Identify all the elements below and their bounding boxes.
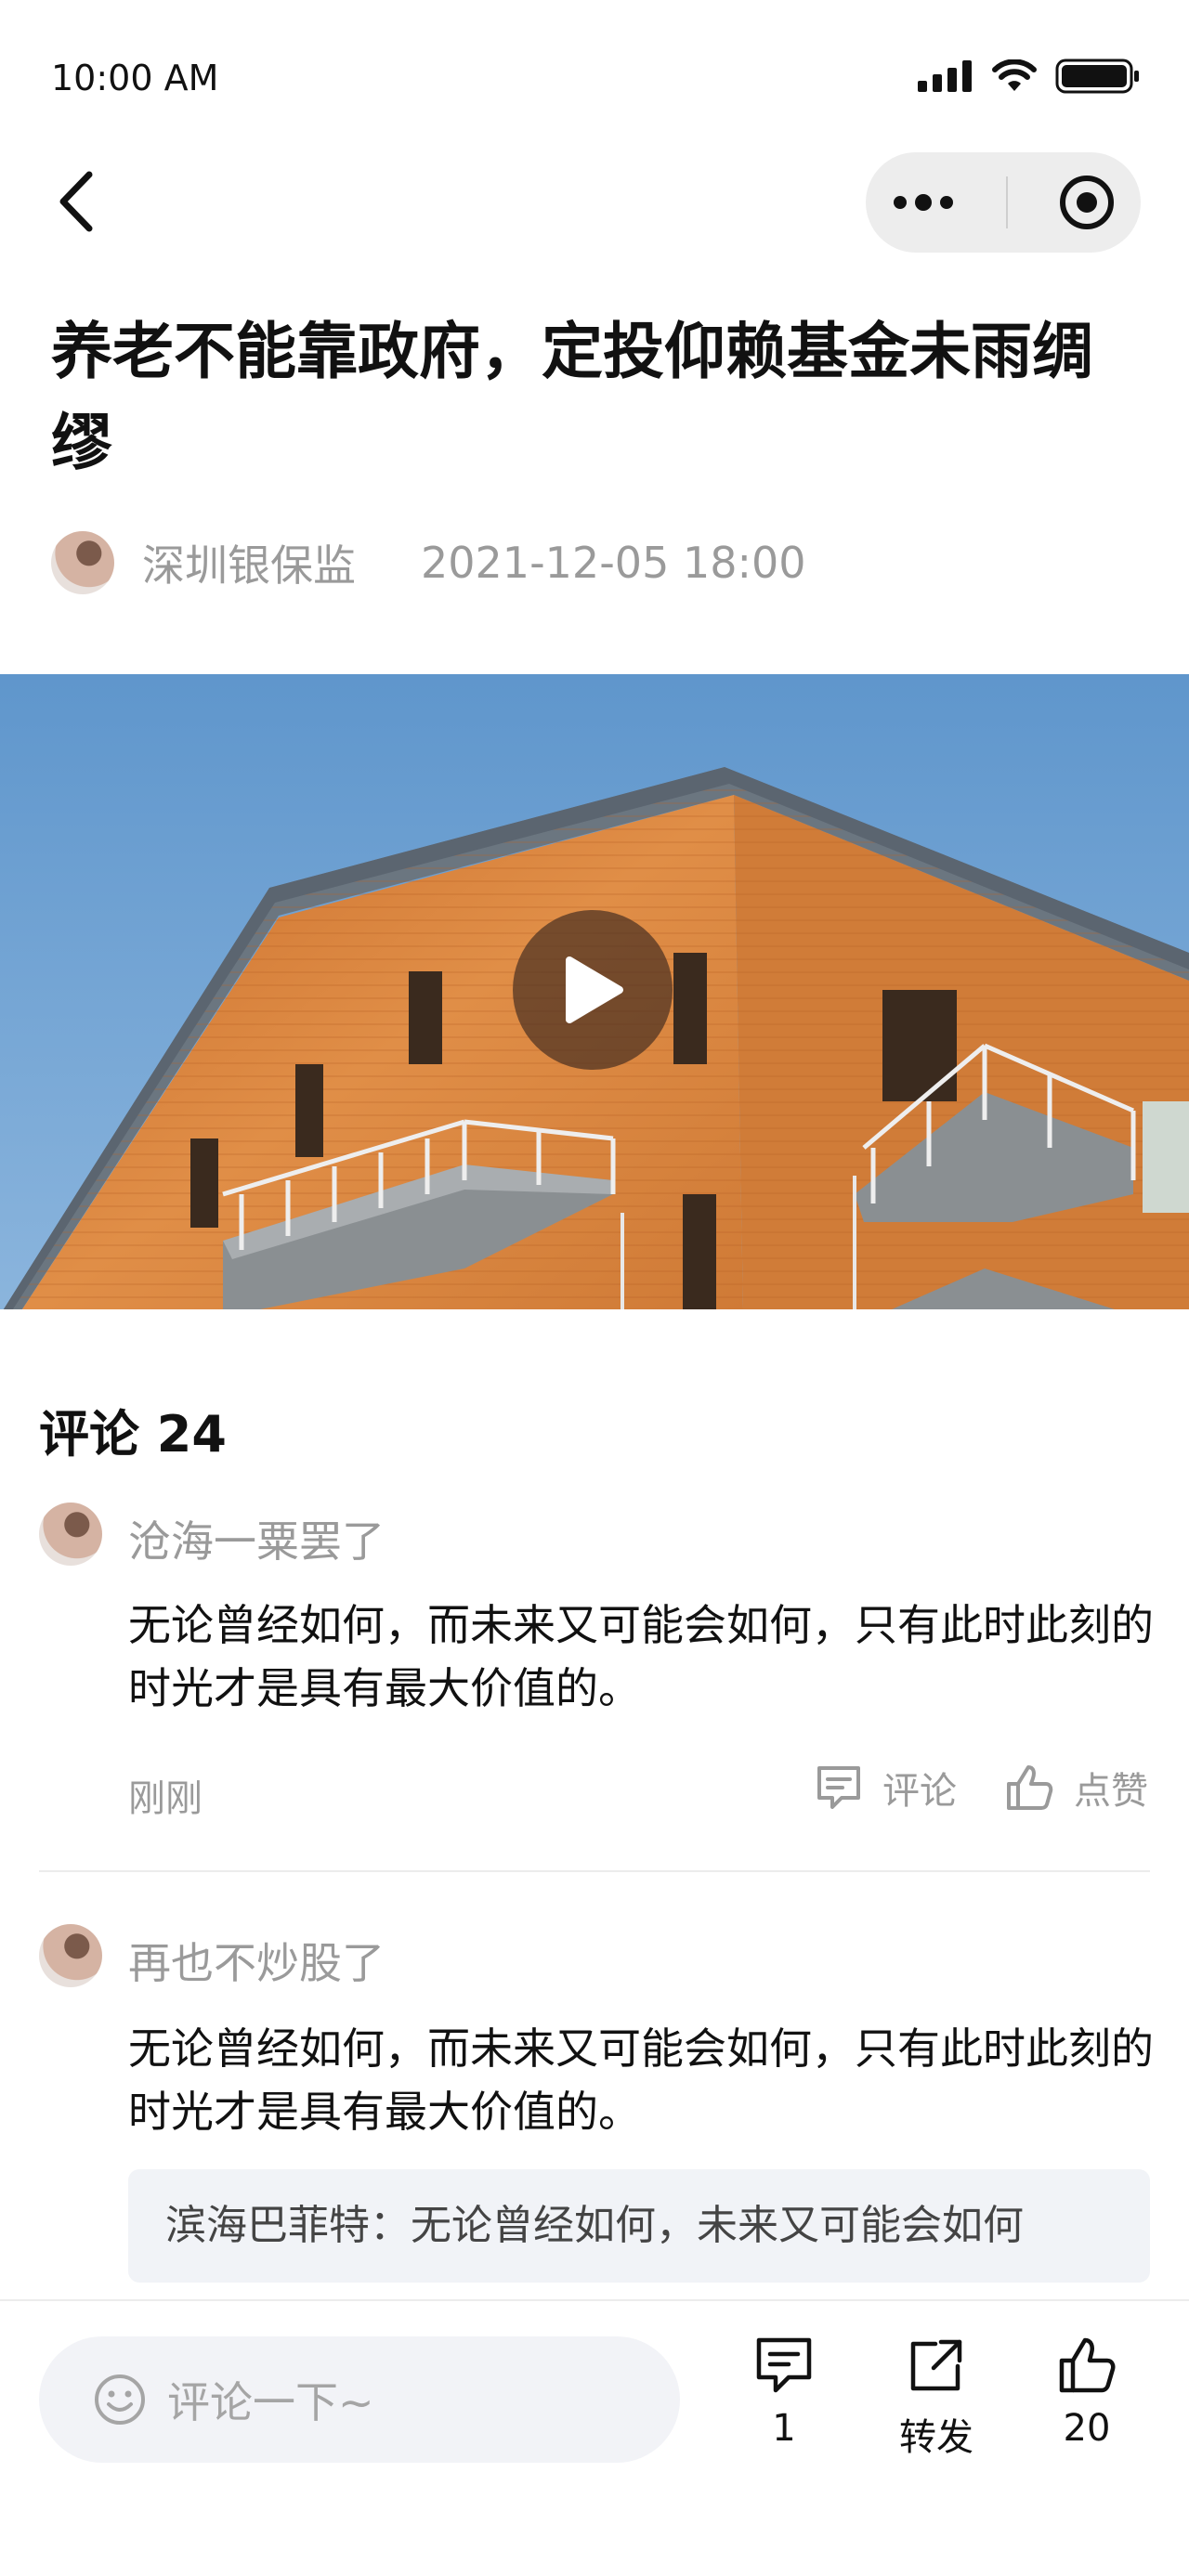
comment-reply-button[interactable]: 评论 <box>814 1761 957 1815</box>
author-avatar[interactable] <box>51 531 114 594</box>
chevron-left-icon <box>59 171 93 232</box>
thumbs-up-icon <box>1007 1765 1053 1810</box>
bottom-like-button[interactable]: 20 <box>1046 2335 1128 2450</box>
comment-text: 无论曾经如何，而未来又可能会如何，只有此时此刻的时光才是具有最大价值的。 <box>128 2023 1154 2137</box>
like-count: 20 <box>1063 2407 1111 2450</box>
bottom-comment-button[interactable]: 1 <box>743 2335 825 2450</box>
wifi-icon <box>992 59 1037 91</box>
commenter-avatar[interactable] <box>39 1503 102 1566</box>
author-name[interactable]: 深圳银保监 <box>142 532 356 593</box>
share-icon <box>910 2339 962 2391</box>
article-title: 养老不能靠政府，定投仰赖基金未雨绸缪 <box>51 316 1093 478</box>
back-button[interactable] <box>54 169 100 234</box>
close-target-icon[interactable] <box>1058 174 1116 231</box>
comment-input[interactable]: 评论一下~ <box>39 2336 680 2463</box>
play-icon <box>566 956 623 1023</box>
comment-reply-label: 评论 <box>882 1770 957 1813</box>
comment-time: 刚刚 <box>128 1777 203 1820</box>
comment-input-placeholder: 评论一下~ <box>167 2377 374 2427</box>
comment-icon <box>756 2337 812 2393</box>
share-label: 转发 <box>899 2416 973 2459</box>
comment-like-button[interactable]: 点赞 <box>1003 1761 1148 1815</box>
battery-icon <box>1055 59 1139 94</box>
thumbs-up-icon <box>1059 2337 1116 2393</box>
comment-reply-preview[interactable]: 滨海巴菲特：无论曾经如何，未来又可能会如何 <box>128 2169 1150 2283</box>
comment-like-label: 点赞 <box>1074 1770 1148 1813</box>
capsule-divider <box>1006 176 1008 228</box>
video-play-button[interactable] <box>513 910 673 1070</box>
commenter-avatar[interactable] <box>39 1924 102 1987</box>
comment-text: 无论曾经如何，而未来又可能会如何，只有此时此刻的时光才是具有最大价值的。 <box>128 1600 1154 1713</box>
comment-count: 1 <box>772 2407 796 2450</box>
signal-icon <box>918 60 972 92</box>
emoji-icon[interactable] <box>93 2373 147 2426</box>
status-icons <box>918 58 1141 95</box>
comment-divider <box>39 1870 1150 1872</box>
comments-heading: 评论 24 <box>39 1405 227 1464</box>
comment-icon <box>817 1766 860 1809</box>
share-button[interactable]: 转发 <box>890 2335 983 2461</box>
author-row: 深圳银保监 2021-12-05 18:00 <box>51 531 806 594</box>
status-time: 10:00 AM <box>51 58 219 98</box>
mini-program-capsule <box>866 152 1141 253</box>
more-icon[interactable] <box>891 191 956 214</box>
commenter-name[interactable]: 再也不炒股了 <box>128 1930 385 1991</box>
commenter-name[interactable]: 沧海一粟罢了 <box>128 1508 385 1569</box>
publish-time: 2021-12-05 18:00 <box>421 538 806 588</box>
